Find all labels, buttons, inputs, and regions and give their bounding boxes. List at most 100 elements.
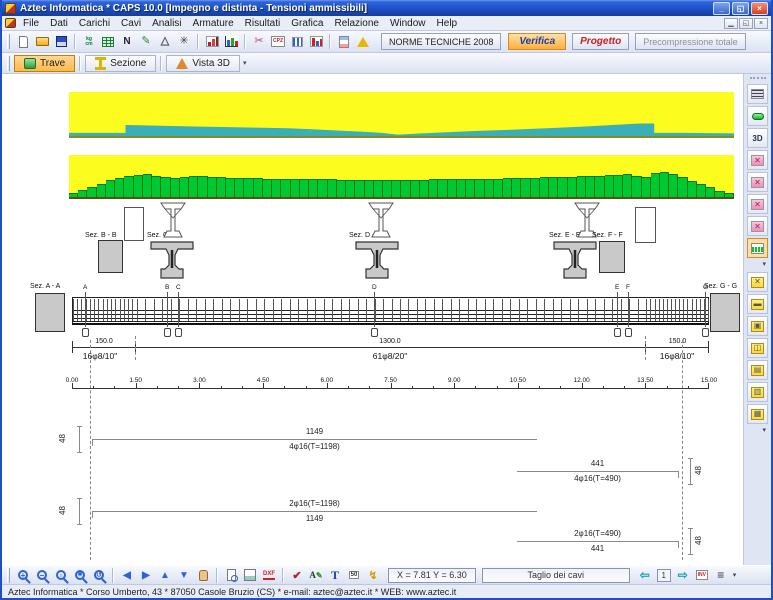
drawing-canvas[interactable]: Sez. B - B Sez. C - C Sez. D - D Sez. bbox=[2, 74, 743, 565]
section-lines-tool[interactable] bbox=[747, 84, 768, 104]
section-a-sketch bbox=[35, 293, 65, 332]
zoom-in-icon[interactable]: + bbox=[14, 566, 32, 584]
mdi-minimize-button[interactable]: ▁ bbox=[724, 18, 738, 29]
diagram-tool-1[interactable]: ✕ bbox=[747, 150, 768, 170]
armatura-bar bbox=[180, 177, 189, 197]
geometry-icon[interactable]: △ bbox=[156, 33, 174, 51]
edit-data-icon[interactable]: ✎ bbox=[137, 33, 155, 51]
stirrup-line bbox=[700, 299, 701, 321]
normative-icon[interactable]: N bbox=[118, 33, 136, 51]
tab-vista-3d[interactable]: Vista 3D bbox=[166, 55, 240, 72]
pan-hand-icon[interactable] bbox=[194, 566, 212, 584]
toolbar-grip[interactable] bbox=[7, 34, 10, 49]
diagram-tool-4[interactable]: ✕ bbox=[747, 216, 768, 236]
annotate-icon[interactable]: A✎ bbox=[307, 566, 325, 584]
cut-symbol-a bbox=[82, 328, 89, 337]
precompressione-button[interactable]: Precompressione totale bbox=[635, 33, 746, 50]
diagram-tool-3[interactable]: ✕ bbox=[747, 194, 768, 214]
menu-carichi[interactable]: Carichi bbox=[74, 18, 115, 29]
menu-dati[interactable]: Dati bbox=[45, 18, 73, 29]
menu-relazione[interactable]: Relazione bbox=[329, 18, 383, 29]
rebar-view-tool-3[interactable]: ◫ bbox=[747, 338, 768, 358]
rebar-view-tool-4[interactable]: ▤ bbox=[747, 360, 768, 380]
impegno-diagram-tool[interactable] bbox=[747, 238, 768, 258]
settings-icon[interactable]: ✳ bbox=[175, 33, 193, 51]
menu-cavi[interactable]: Cavi bbox=[116, 18, 146, 29]
invert-icon[interactable]: INV bbox=[693, 566, 711, 584]
menu-window[interactable]: Window bbox=[385, 18, 431, 29]
report-icon[interactable] bbox=[335, 33, 353, 51]
toolbar-grip-2[interactable] bbox=[7, 56, 10, 71]
stress-plot-icon[interactable] bbox=[307, 33, 325, 51]
menu-file[interactable]: File bbox=[18, 18, 44, 29]
units-icon[interactable]: kgcm bbox=[80, 33, 98, 51]
open-file-icon[interactable] bbox=[33, 33, 51, 51]
moment-chart-icon[interactable] bbox=[203, 33, 221, 51]
pan-left-icon[interactable]: ◀ bbox=[118, 566, 136, 584]
rebar-view-tool-5[interactable]: ▥ bbox=[747, 382, 768, 402]
mdi-close-button[interactable]: × bbox=[754, 18, 768, 29]
mdi-restore-button[interactable]: ◱ bbox=[739, 18, 753, 29]
menu-armature[interactable]: Armature bbox=[188, 18, 239, 29]
bottom-overflow-icon[interactable]: ▾ bbox=[733, 571, 737, 579]
verifica-button[interactable]: Verifica bbox=[508, 33, 566, 50]
redline-icon[interactable]: ✔ bbox=[288, 566, 306, 584]
next-phase-icon[interactable]: ⇨ bbox=[674, 566, 692, 584]
text-tool-icon[interactable]: T bbox=[326, 566, 344, 584]
warning-icon[interactable] bbox=[354, 33, 372, 51]
toolbar-overflow-icon[interactable]: ▾ bbox=[243, 59, 247, 67]
tab-sezione[interactable]: Sezione bbox=[85, 55, 156, 72]
zoom-out-icon[interactable]: − bbox=[33, 566, 51, 584]
stirrup-line bbox=[417, 299, 418, 321]
dock-overflow-icon-2[interactable]: ▾ bbox=[762, 426, 766, 434]
cpz-table-icon[interactable]: CPZ bbox=[269, 33, 287, 51]
restore-button[interactable]: ◱ bbox=[732, 2, 749, 15]
diagram-tool-2[interactable]: ✕ bbox=[747, 172, 768, 192]
menu-grafica[interactable]: Grafica bbox=[286, 18, 328, 29]
norme-tecniche-button[interactable]: NORME TECNICHE 2008 bbox=[381, 33, 501, 50]
stirrup-line bbox=[468, 299, 469, 321]
vista-3d-icon bbox=[176, 58, 188, 69]
rebar-view-tool-2[interactable]: ▣ bbox=[747, 316, 768, 336]
flash-tool-icon[interactable]: ↯ bbox=[364, 566, 382, 584]
print-preview-icon[interactable] bbox=[222, 566, 240, 584]
menu-risultati[interactable]: Risultati bbox=[240, 18, 286, 29]
tendon-cut-icon[interactable]: ✂ bbox=[250, 33, 268, 51]
pan-down-icon[interactable]: ▼ bbox=[175, 566, 193, 584]
progetto-button[interactable]: Progetto bbox=[572, 33, 629, 50]
print-icon[interactable] bbox=[241, 566, 259, 584]
histogram-icon[interactable] bbox=[288, 33, 306, 51]
dock-grip[interactable] bbox=[750, 77, 766, 81]
dxf-export-icon[interactable]: DXF bbox=[260, 566, 278, 584]
toolbar-grip-3[interactable] bbox=[7, 568, 10, 583]
menu-help[interactable]: Help bbox=[432, 18, 463, 29]
armatura-band bbox=[69, 155, 734, 199]
pan-right-icon[interactable]: ▶ bbox=[137, 566, 155, 584]
list-icon[interactable]: ≡ bbox=[712, 566, 730, 584]
analysis-chart-icon[interactable] bbox=[222, 33, 240, 51]
phase-number-box[interactable]: 1 bbox=[655, 566, 673, 584]
zoom-previous-icon[interactable]: ↺ bbox=[90, 566, 108, 584]
view-3d-tool[interactable]: 3D bbox=[747, 128, 768, 148]
zoom-window-icon[interactable]: ▫ bbox=[52, 566, 70, 584]
minimize-button[interactable]: _ bbox=[713, 2, 730, 15]
close-button[interactable]: × bbox=[751, 2, 768, 15]
prev-phase-icon[interactable]: ⇦ bbox=[636, 566, 654, 584]
dock-overflow-icon[interactable]: ▾ bbox=[762, 260, 766, 268]
tab-trave[interactable]: Trave bbox=[14, 55, 75, 72]
render-tool[interactable] bbox=[747, 106, 768, 126]
beam-marker-b: B bbox=[165, 284, 169, 291]
scale-tool-icon[interactable]: 50 bbox=[345, 566, 363, 584]
section-table-icon[interactable] bbox=[99, 33, 117, 51]
save-file-icon[interactable] bbox=[52, 33, 70, 51]
rebar-view-tool-1[interactable]: ▬ bbox=[747, 294, 768, 314]
new-file-icon[interactable] bbox=[14, 33, 32, 51]
phase-indicator: Taglio dei cavi bbox=[482, 568, 630, 583]
pan-up-icon[interactable]: ▲ bbox=[156, 566, 174, 584]
rebar-view-tool-6[interactable]: ▦ bbox=[747, 404, 768, 424]
armatura-bar bbox=[365, 180, 374, 197]
rebar-off-tool[interactable]: ✕ bbox=[747, 272, 768, 292]
armatura-bar bbox=[540, 177, 549, 197]
menu-analisi[interactable]: Analisi bbox=[147, 18, 186, 29]
zoom-extents-icon[interactable]: ✱ bbox=[71, 566, 89, 584]
